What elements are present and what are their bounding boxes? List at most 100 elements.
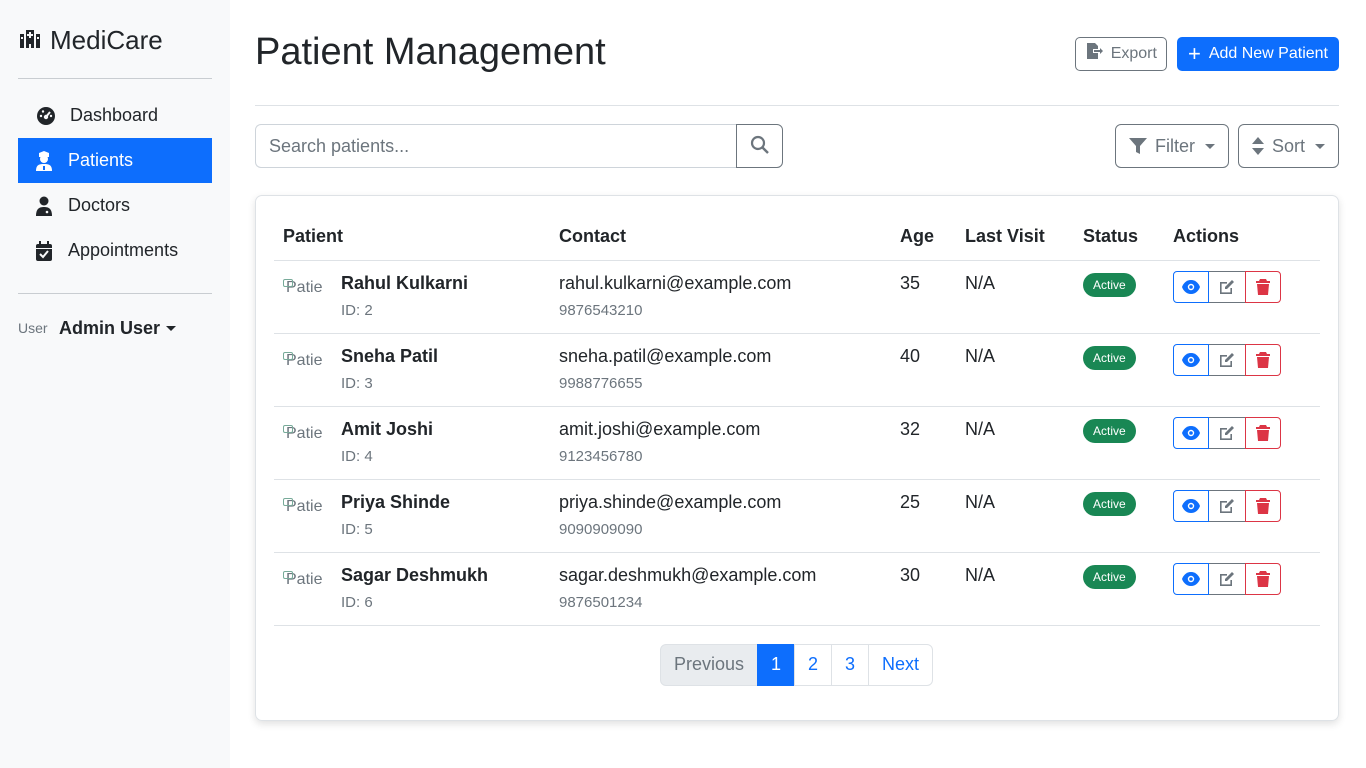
edit-button[interactable] [1209,562,1245,595]
col-actions: Actions [1164,214,1320,261]
patient-email: sneha.patil@example.com [559,345,772,366]
status-cell: Active [1074,260,1164,334]
patient-email: amit.joshi@example.com [559,418,761,439]
eye-icon [1182,352,1200,367]
delete-button[interactable] [1245,416,1281,449]
search-button[interactable] [736,124,783,168]
add-patient-button[interactable]: + Add New Patient [1176,36,1339,71]
file-export-icon [1085,42,1111,65]
status-badge: Active [1083,345,1136,370]
actions-cell [1164,260,1320,334]
sidebar-item-label: Dashboard [70,105,159,125]
patient-age: 30 [891,552,956,626]
trash-icon [1256,424,1270,441]
trash-icon [1256,497,1270,514]
calendar-check-icon [34,240,54,261]
trash-icon [1256,351,1270,368]
pagination-page-2[interactable]: 2 [794,643,832,686]
col-patient: Patient [274,214,550,261]
brand[interactable]: MediCare [18,24,212,56]
patient-cell: Patient Priya Shinde ID: 5 [274,479,550,553]
col-status: Status [1074,214,1164,261]
status-cell: Active [1074,552,1164,626]
patient-name: Priya Shinde [341,491,451,512]
sort-dropdown[interactable]: Sort [1237,124,1339,168]
sidebar-item-patients[interactable]: Patients [18,138,212,183]
export-button[interactable]: Export [1074,36,1167,71]
patients-table: Patient Contact Age Last Visit Status Ac… [274,214,1320,626]
table-row: Patient Amit Joshi ID: 4 amit.joshi@example… [274,406,1320,480]
pagination-previous[interactable]: Previous [659,643,758,686]
sidebar-item-appointments[interactable]: Appointments [18,228,212,273]
edit-icon [1220,425,1234,440]
edit-button[interactable] [1209,416,1245,449]
add-label: Add New Patient [1208,44,1328,62]
table-header-row: Patient Contact Age Last Visit Status Ac… [274,214,1320,261]
delete-button[interactable] [1245,489,1281,522]
contact-cell: priya.shinde@example.com 9090909090 [550,479,891,553]
patient-avatar: Patient [283,570,323,603]
edit-icon [1220,498,1234,513]
eye-icon [1182,498,1200,513]
delete-button[interactable] [1245,270,1281,303]
sidebar-item-label: Patients [68,150,134,170]
view-button[interactable] [1173,270,1209,303]
pagination-page-3[interactable]: 3 [831,643,869,686]
sidebar-item-doctors[interactable]: Doctors [18,183,212,228]
patient-age: 35 [891,260,956,334]
search-icon [750,135,770,158]
patient-last-visit: N/A [956,479,1074,553]
col-age: Age [891,214,956,261]
view-button[interactable] [1173,343,1209,376]
avatar: User [18,320,48,336]
filter-dropdown[interactable]: Filter [1114,124,1229,168]
user-menu[interactable]: User Admin User [18,308,212,348]
contact-cell: rahul.kulkarni@example.com 9876543210 [550,260,891,334]
patient-avatar: Patient [283,424,323,457]
edit-button[interactable] [1209,489,1245,522]
view-button[interactable] [1173,562,1209,595]
caret-down-icon [166,325,177,331]
sidebar: MediCare Dashboard Patients Doctors Appo… [0,0,230,768]
sort-icon [1251,137,1264,155]
actions-cell [1164,479,1320,553]
search-input[interactable] [255,124,736,168]
patient-email: priya.shinde@example.com [559,491,782,512]
edit-button[interactable] [1209,343,1245,376]
patient-age: 40 [891,333,956,407]
patient-name: Sagar Deshmukh [341,564,489,585]
app-root: MediCare Dashboard Patients Doctors Appo… [0,0,1366,768]
status-cell: Active [1074,479,1164,553]
user-nurse-icon [34,150,54,171]
status-badge: Active [1083,564,1136,589]
patient-id: ID: 2 [341,301,373,319]
edit-button[interactable] [1209,270,1245,303]
edit-icon [1220,571,1234,586]
view-button[interactable] [1173,489,1209,522]
status-badge: Active [1083,491,1136,516]
table-row: Patient Sagar Deshmukh ID: 6 sagar.deshmukh… [274,552,1320,626]
patient-avatar: Patient [283,351,323,384]
sidebar-item-dashboard[interactable]: Dashboard [18,93,212,138]
hospital-icon [18,28,50,53]
delete-button[interactable] [1245,343,1281,376]
actions-cell [1164,406,1320,480]
page-header: Patient Management Export + Add New Pati… [255,0,1339,106]
patient-id: ID: 5 [341,520,373,538]
toolbar-right: Filter Sort [1114,124,1339,168]
contact-cell: amit.joshi@example.com 9123456780 [550,406,891,480]
patient-avatar: Patient [283,278,323,311]
eye-icon [1182,279,1200,294]
pagination-next[interactable]: Next [868,643,934,686]
sidebar-divider [18,78,212,79]
brand-name: MediCare [50,24,163,55]
view-button[interactable] [1173,416,1209,449]
page-title: Patient Management [255,31,606,73]
patient-last-visit: N/A [956,260,1074,334]
pagination-page-1[interactable]: 1 [757,643,795,686]
patient-phone: 9876501234 [559,593,643,611]
patient-id: ID: 4 [341,447,373,465]
delete-button[interactable] [1245,562,1281,595]
table-row: Patient Sneha Patil ID: 3 sneha.patil@examp… [274,333,1320,407]
patient-phone: 9123456780 [559,447,643,465]
